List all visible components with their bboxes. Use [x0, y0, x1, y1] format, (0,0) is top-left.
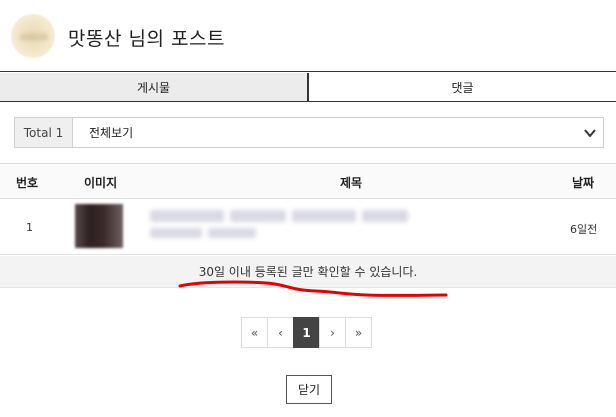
column-header-title: 제목 [339, 176, 363, 190]
total-count: Total 1 [15, 118, 73, 147]
column-header-date: 날짜 [572, 176, 595, 190]
filter-select[interactable]: 전체보기 [73, 118, 603, 147]
row-number: 1 [26, 221, 33, 234]
red-underline-annotation [178, 280, 448, 297]
column-header-number: 번호 [16, 176, 39, 190]
last-page-button[interactable]: » [345, 317, 372, 348]
tab-comments[interactable]: 댓글 [309, 73, 616, 101]
first-page-button[interactable]: « [241, 317, 268, 348]
filter-select-value: 전체보기 [89, 126, 134, 140]
row-date: 6일전 [570, 223, 598, 236]
column-header-image: 이미지 [84, 176, 118, 190]
filter-row: Total 1 전체보기 [14, 117, 604, 148]
chevron-down-icon [584, 129, 596, 138]
table-header: 번호 이미지 제목 날짜 [0, 163, 616, 199]
post-header: 맛똥산 님의 포스트 [0, 0, 616, 72]
page-title: 맛똥산 님의 포스트 [68, 28, 225, 50]
avatar [11, 14, 55, 58]
prev-page-button[interactable]: ‹ [267, 317, 294, 348]
post-thumbnail[interactable] [75, 204, 123, 248]
tab-posts[interactable]: 게시물 [0, 73, 309, 101]
tab-bar: 게시물 댓글 [0, 73, 616, 102]
close-button[interactable]: 닫기 [286, 375, 332, 404]
post-title-blurred[interactable] [150, 208, 410, 242]
current-page-button[interactable]: 1 [293, 317, 320, 348]
pagination: « ‹ 1 › » [241, 317, 372, 348]
next-page-button[interactable]: › [319, 317, 346, 348]
